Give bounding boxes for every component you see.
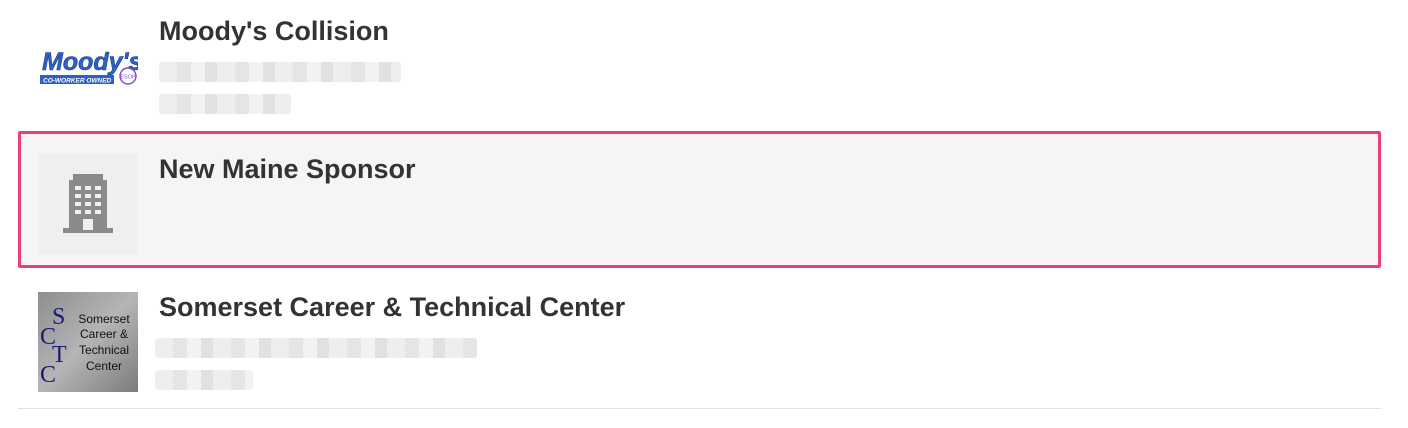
moodys-logo-wordmark: Moody's: [42, 48, 138, 76]
sponsor-list: Moody's CO-WORKER OWNED ESOP Moody's Col…: [0, 0, 1408, 428]
logo-letter: C: [40, 362, 56, 388]
redacted-detail-line: [159, 94, 291, 114]
logo-line: Technical: [79, 343, 129, 357]
sponsor-name: New Maine Sponsor: [159, 154, 416, 184]
logo-line: Career &: [80, 327, 128, 341]
logo-line: Center: [86, 359, 122, 373]
moodys-logo-badge: ESOP: [120, 75, 136, 81]
sponsor-row-new-maine-sponsor[interactable]: New Maine Sponsor: [18, 131, 1381, 268]
sponsor-row-somerset-ctc[interactable]: S C T C Somerset Career & Technical Cent…: [18, 268, 1381, 409]
redacted-detail-line: [155, 370, 253, 390]
moodys-logo-tagline: CO-WORKER OWNED: [43, 78, 112, 85]
redacted-detail-line: [159, 62, 401, 82]
sponsor-name: Somerset Career & Technical Center: [159, 292, 626, 322]
logo-line: Somerset: [78, 312, 130, 326]
moodys-logo: Moody's CO-WORKER OWNED ESOP: [38, 14, 143, 114]
redacted-detail-line: [155, 338, 477, 358]
sponsor-logo-placeholder: [38, 154, 138, 254]
building-icon: [63, 174, 113, 233]
sponsor-name: Moody's Collision: [159, 16, 389, 46]
sponsor-row-moodys[interactable]: Moody's CO-WORKER OWNED ESOP Moody's Col…: [18, 0, 1381, 131]
somerset-ctc-logo: S C T C Somerset Career & Technical Cent…: [38, 292, 138, 392]
